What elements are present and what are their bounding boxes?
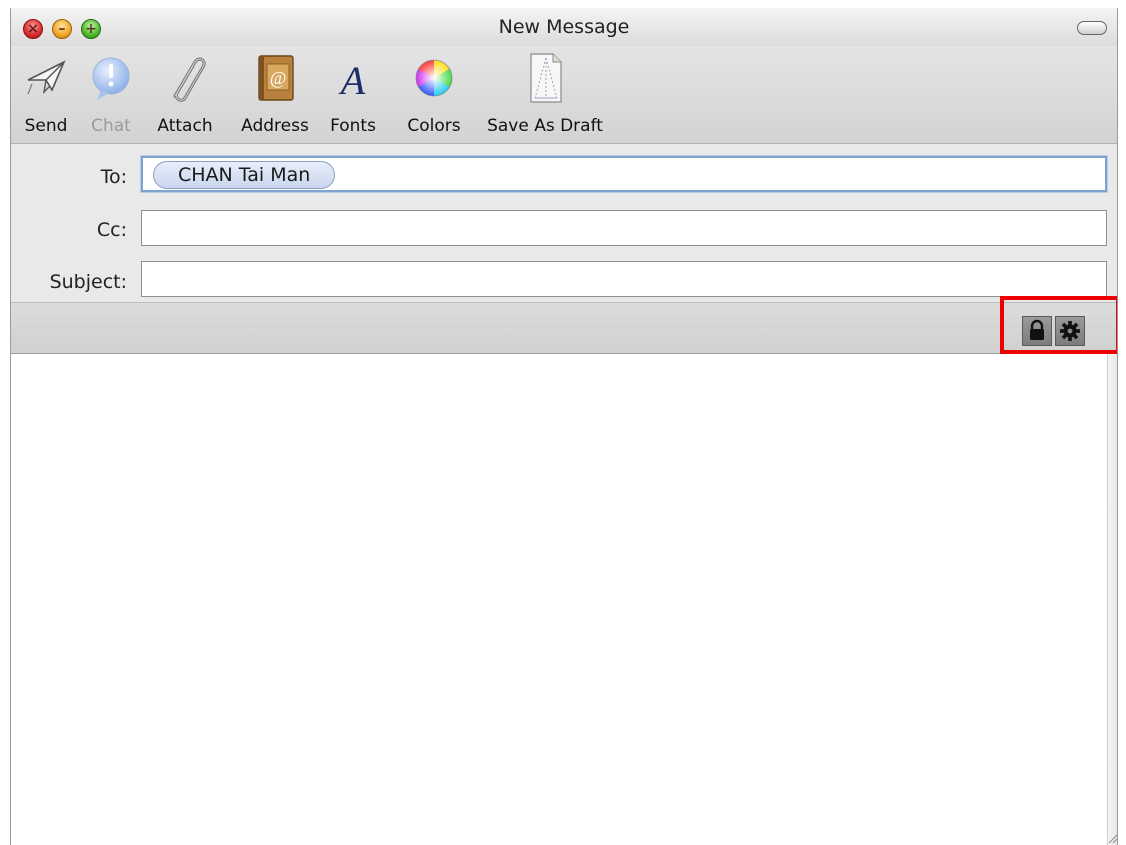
toolbar-toggle-button[interactable] xyxy=(1077,21,1107,35)
subject-label: Subject: xyxy=(49,271,127,293)
attach-label: Attach xyxy=(157,116,213,136)
draft-icon xyxy=(530,53,562,103)
colors-label: Colors xyxy=(407,116,461,136)
paperclip-icon xyxy=(173,57,206,102)
colors-button[interactable]: Colors xyxy=(399,50,469,142)
address-label: Address xyxy=(241,116,309,136)
to-field[interactable]: CHAN Tai Man xyxy=(141,156,1107,192)
cc-field[interactable] xyxy=(141,210,1107,246)
compose-window: × – + New Message Send Chat Attach @ Add… xyxy=(10,8,1118,845)
body-scrollbar[interactable] xyxy=(1107,354,1117,845)
security-highlight-box xyxy=(1000,296,1117,354)
resize-grip-icon xyxy=(1108,834,1117,843)
to-label: To: xyxy=(100,166,127,188)
window-title: New Message xyxy=(498,16,630,38)
send-icon xyxy=(27,60,66,95)
fonts-label: Fonts xyxy=(330,116,376,136)
save-as-draft-button[interactable]: Save As Draft xyxy=(481,50,609,142)
send-label: Send xyxy=(24,116,68,136)
attach-button[interactable]: Attach xyxy=(149,50,221,142)
svg-text:@: @ xyxy=(270,68,287,88)
color-wheel-icon xyxy=(415,59,453,97)
save-as-draft-label: Save As Draft xyxy=(487,116,603,136)
send-button[interactable]: Send xyxy=(15,50,77,142)
toolbar: Send Chat Attach @ Address A Fonts Color… xyxy=(11,46,1117,144)
chat-label: Chat xyxy=(91,116,131,136)
svg-text:A: A xyxy=(338,58,366,103)
fonts-icon: A xyxy=(338,58,366,103)
message-body[interactable] xyxy=(11,354,1107,845)
security-bar xyxy=(11,302,1117,354)
cc-label: Cc: xyxy=(96,219,127,241)
subject-field[interactable] xyxy=(141,261,1107,297)
message-headers: To: CHAN Tai Man Cc: Subject: xyxy=(11,144,1117,302)
chat-button[interactable]: Chat xyxy=(83,50,139,142)
recipient-token[interactable]: CHAN Tai Man xyxy=(153,161,336,189)
fonts-button[interactable]: A Fonts xyxy=(323,50,383,142)
title-bar: × – + New Message xyxy=(11,8,1117,46)
address-button[interactable]: @ Address xyxy=(233,50,317,142)
address-book-icon: @ xyxy=(258,55,294,101)
chat-icon xyxy=(92,57,130,100)
